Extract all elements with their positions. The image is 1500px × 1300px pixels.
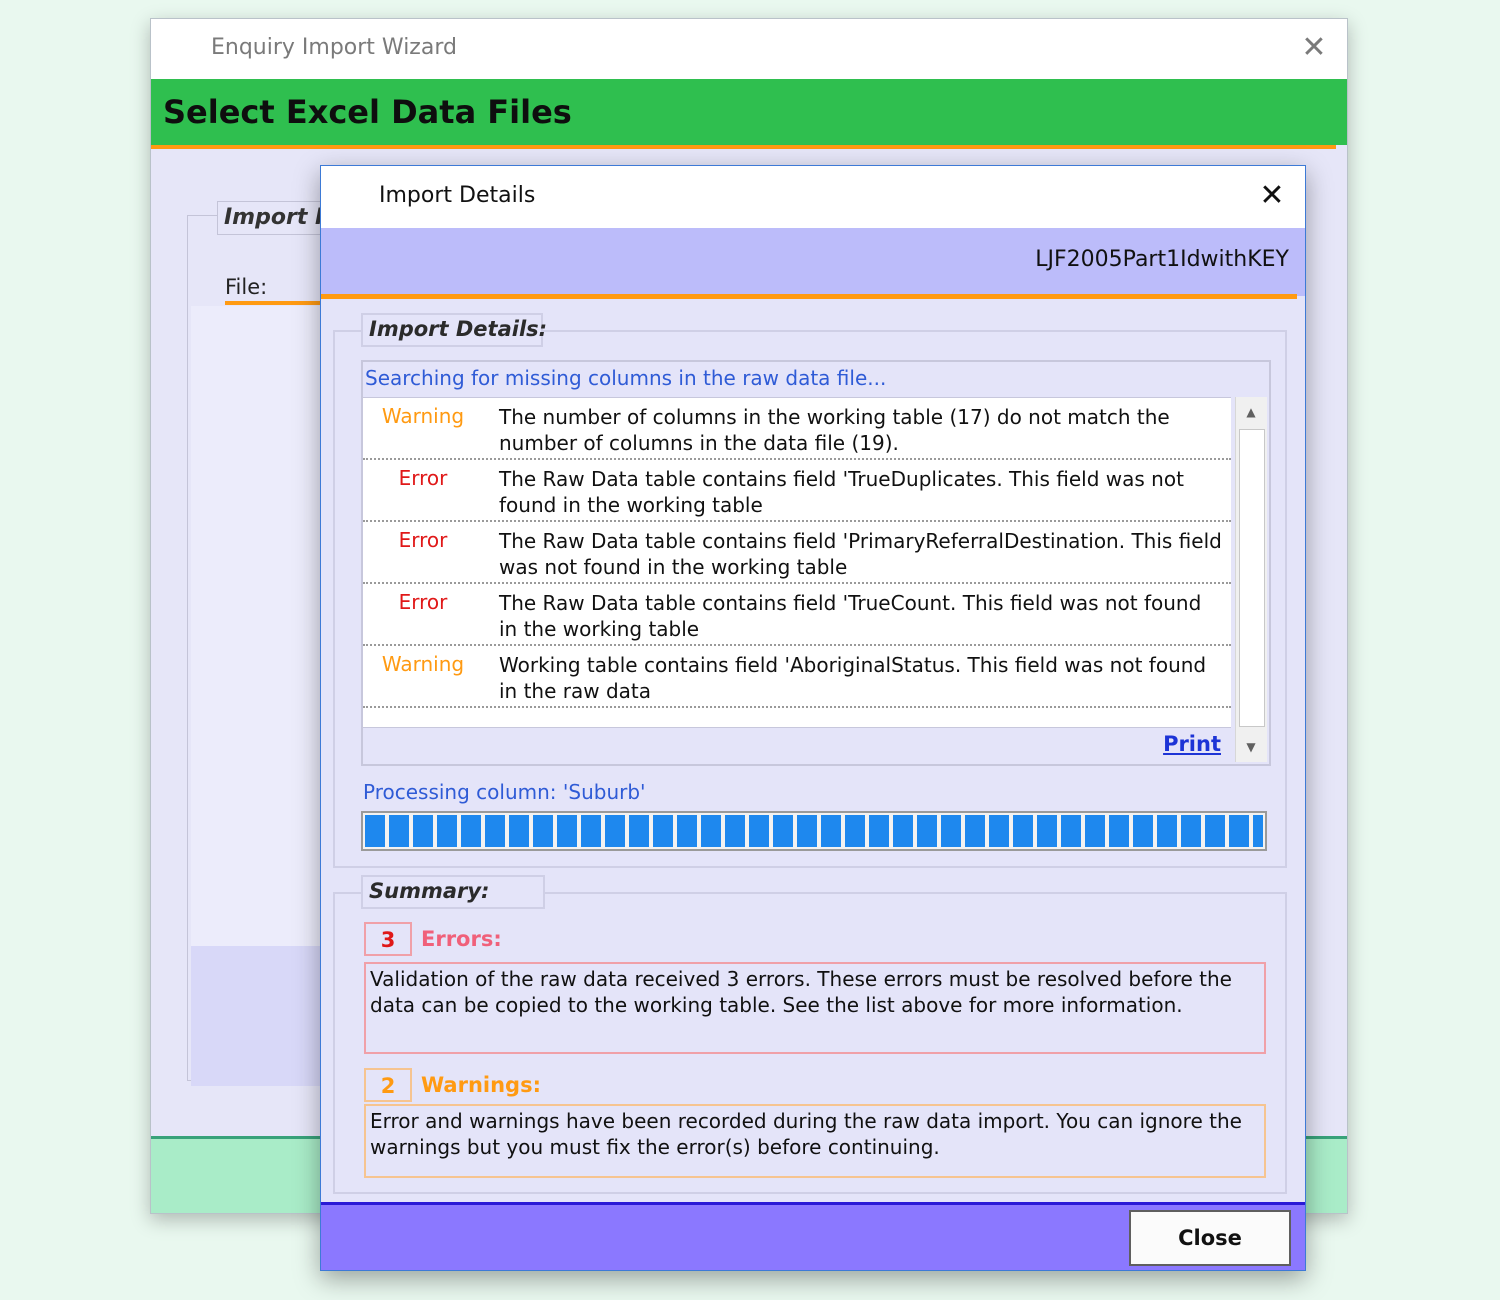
wizard-file-underline — [225, 301, 325, 305]
message-list-scrollbar[interactable]: ▲ ▼ — [1235, 397, 1267, 762]
dialog-title: Import Details — [379, 183, 536, 208]
warnings-label: Warnings: — [421, 1073, 541, 1097]
message-row[interactable]: Error The Raw Data table contains field '… — [363, 522, 1231, 584]
message-list[interactable]: Warning The number of columns in the work… — [363, 397, 1231, 727]
message-list-footer: Print — [363, 727, 1231, 764]
wizard-page-heading: Select Excel Data Files — [163, 93, 572, 131]
wizard-panel — [191, 306, 331, 946]
import-file-name: LJF2005Part1IdwithKEY — [1035, 247, 1289, 272]
message-severity: Warning — [381, 652, 465, 676]
message-severity: Error — [398, 528, 448, 552]
message-row[interactable]: Error The Raw Data table contains field '… — [363, 460, 1231, 522]
close-button[interactable]: Close — [1129, 1210, 1291, 1266]
warnings-message: Error and warnings have been recorded du… — [364, 1104, 1266, 1178]
wizard-titlebar: Enquiry Import Wizard ✕ — [151, 19, 1347, 79]
message-text: The Raw Data table contains field 'TrueC… — [499, 591, 1202, 641]
scroll-down-icon[interactable]: ▼ — [1238, 732, 1264, 762]
scroll-thumb[interactable] — [1239, 429, 1265, 727]
message-list-frame: Searching for missing columns in the raw… — [361, 360, 1271, 766]
wizard-panel-lower — [191, 946, 331, 1086]
message-text: The Raw Data table contains field 'TrueD… — [499, 467, 1184, 517]
errors-message: Validation of the raw data received 3 er… — [364, 962, 1266, 1054]
import-details-dialog: Import Details ✕ LJF2005Part1IdwithKEY I… — [320, 165, 1306, 1271]
summary-legend: Summary: — [361, 875, 545, 909]
scroll-up-icon[interactable]: ▲ — [1238, 397, 1264, 427]
message-row[interactable]: Warning Working table contains field 'Abo… — [363, 646, 1231, 708]
dialog-subheader-underline — [321, 294, 1297, 299]
import-progress-bar — [361, 811, 1267, 851]
wizard-title: Enquiry Import Wizard — [211, 35, 457, 60]
message-text: The number of columns in the working tab… — [499, 405, 1170, 455]
message-severity: Error — [398, 590, 448, 614]
processing-status-text: Processing column: 'Suburb' — [363, 780, 646, 804]
message-text: The Raw Data table contains field 'Prima… — [499, 529, 1222, 579]
errors-count-badge: 3 — [364, 922, 412, 956]
message-severity: Error — [398, 466, 448, 490]
dialog-close-icon[interactable]: ✕ — [1255, 176, 1289, 216]
message-text: Working table contains field 'Aboriginal… — [499, 653, 1207, 703]
dialog-titlebar: Import Details ✕ — [321, 166, 1305, 228]
dialog-subheader: LJF2005Part1IdwithKEY — [321, 228, 1305, 296]
progress-fill — [365, 815, 1263, 847]
message-severity: Warning — [381, 404, 465, 428]
wizard-header-underline — [151, 145, 1336, 149]
search-status-text: Searching for missing columns in the raw… — [365, 366, 887, 390]
warnings-count-badge: 2 — [364, 1068, 412, 1102]
print-link[interactable]: Print — [1163, 732, 1221, 756]
wizard-close-icon[interactable]: ✕ — [1299, 29, 1329, 67]
wizard-file-label: File: — [225, 275, 268, 299]
message-row[interactable]: Error The Raw Data table contains field '… — [363, 584, 1231, 646]
import-details-legend: Import Details: — [361, 313, 547, 347]
errors-label: Errors: — [421, 927, 502, 951]
message-row[interactable]: Warning The number of columns in the work… — [363, 398, 1231, 460]
wizard-header-bar: Select Excel Data Files — [151, 79, 1347, 145]
